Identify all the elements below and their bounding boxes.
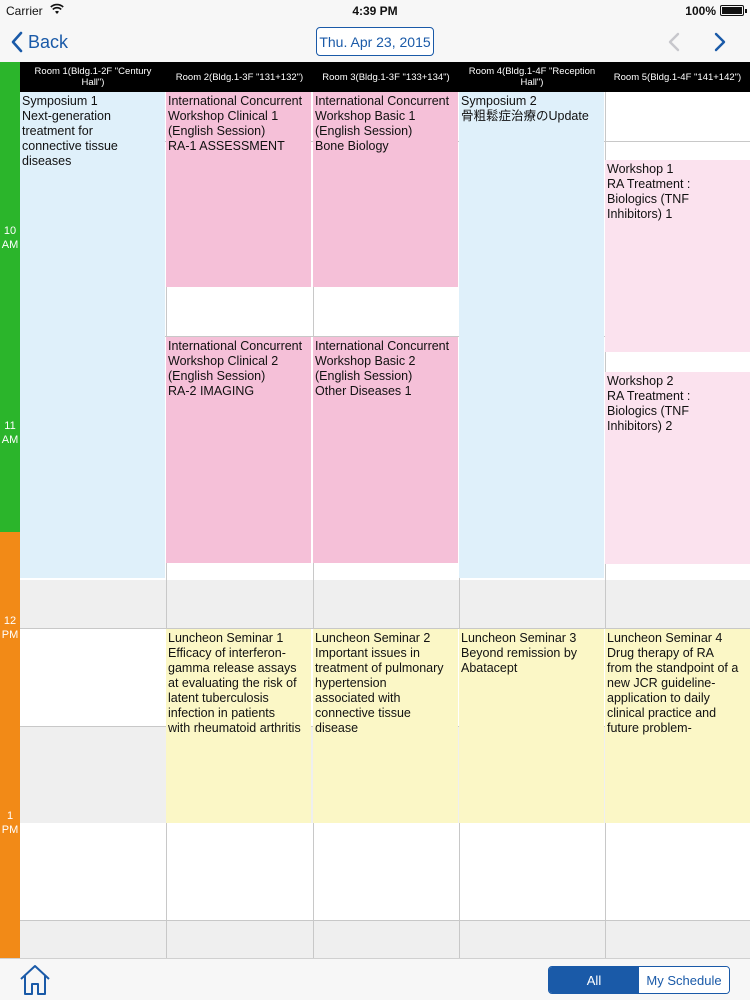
back-label: Back: [28, 31, 69, 52]
room-3-title: Room 3(Bldg.1-3F "133+134"): [322, 71, 450, 83]
event-symposium-1[interactable]: Symposium 1 Next-generation treatment fo…: [20, 92, 165, 578]
grid-line: [20, 920, 750, 921]
hour-label-11am: 11 AM: [1, 420, 19, 446]
back-button[interactable]: Back: [10, 29, 68, 55]
row-shade: [20, 920, 750, 958]
event-symposium-2[interactable]: Symposium 2 骨粗鬆症治療のUpdate: [459, 92, 604, 578]
battery-percent: 100%: [685, 4, 716, 18]
room-4-title: Room 4(Bldg.1-4F "Reception Hall"): [468, 66, 596, 88]
event-luncheon-seminar-2[interactable]: Luncheon Seminar 2 Important issues in t…: [313, 629, 458, 823]
room-2-title: Room 2(Bldg.1-3F "131+132"): [175, 71, 304, 83]
event-luncheon-seminar-1[interactable]: Luncheon Seminar 1 Efficacy of interfero…: [166, 629, 311, 823]
hour-label-1pm: 1 PM: [1, 810, 19, 836]
event-workshop-2[interactable]: Workshop 2 RA Treatment : Biologics (TNF…: [605, 372, 750, 564]
morning-gutter: [0, 92, 20, 532]
room-header-row: Room 1(Bldg.1-2F "Century Hall") Room 2(…: [0, 62, 750, 92]
schedule-filter-control[interactable]: All My Schedule: [548, 966, 730, 994]
chevron-left-icon: [11, 31, 23, 53]
home-icon[interactable]: [18, 963, 52, 997]
clock: 4:39 PM: [352, 4, 398, 18]
event-workshop-clinical-2[interactable]: International Concurrent Workshop Clinic…: [166, 337, 311, 563]
event-luncheon-seminar-4[interactable]: Luncheon Seminar 4 Drug therapy of RA fr…: [605, 629, 750, 823]
room-1-title: Room 1(Bldg.1-2F "Century Hall"): [34, 66, 152, 88]
hour-label-12pm: 12 PM: [1, 615, 19, 641]
afternoon-gutter: [0, 532, 20, 958]
status-bar: Carrier 4:39 PM 100%: [0, 0, 750, 22]
bottom-toolbar: All My Schedule: [0, 958, 750, 1000]
event-luncheon-seminar-3[interactable]: Luncheon Seminar 3 Beyond remission by A…: [459, 629, 604, 823]
battery-icon: [720, 5, 747, 16]
schedule-grid[interactable]: 10 AM 11 AM 12 PM 1 PM Symposium 1 Next-gene…: [0, 92, 750, 958]
event-workshop-basic-1[interactable]: International Concurrent Workshop Basic …: [313, 92, 458, 287]
event-workshop-basic-2[interactable]: International Concurrent Workshop Basic …: [313, 337, 458, 563]
all-tab[interactable]: All: [549, 967, 639, 993]
row-shade: [20, 580, 750, 628]
time-gutter: 10 AM 11 AM 12 PM 1 PM: [0, 92, 20, 958]
my-schedule-tab[interactable]: My Schedule: [639, 967, 729, 993]
previous-day-button[interactable]: [664, 30, 686, 54]
event-workshop-clinical-1[interactable]: International Concurrent Workshop Clinic…: [166, 92, 311, 287]
header-gutter: [0, 62, 20, 92]
event-workshop-1[interactable]: Workshop 1 RA Treatment : Biologics (TNF…: [605, 160, 750, 352]
navigation-bar: Back Thu. Apr 23, 2015: [0, 22, 750, 62]
room-5-title: Room 5(Bldg.1-4F "141+142"): [613, 71, 742, 83]
date-button[interactable]: Thu. Apr 23, 2015: [316, 27, 434, 56]
hour-label-10am: 10 AM: [1, 225, 19, 251]
next-day-button[interactable]: [708, 30, 730, 54]
